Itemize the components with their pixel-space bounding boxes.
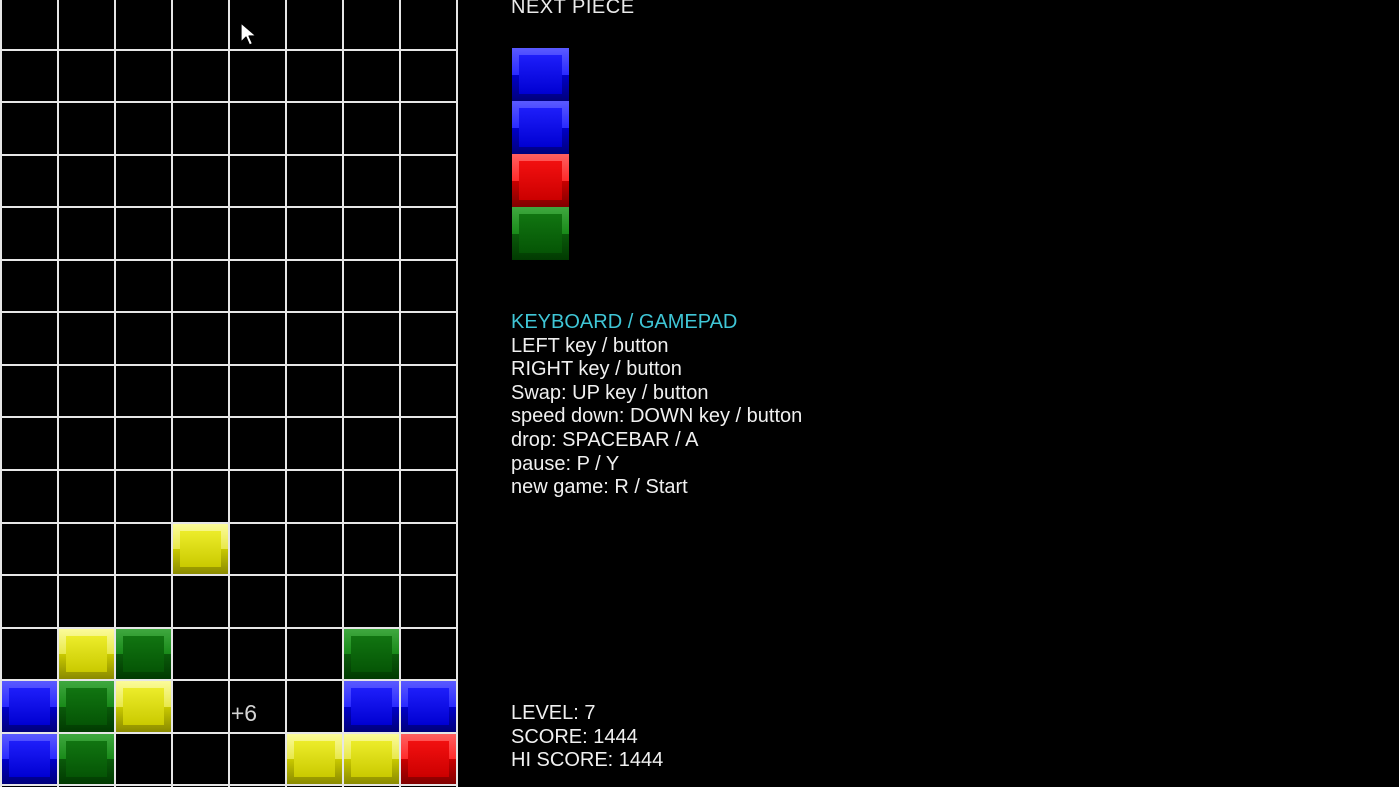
control-line-left: LEFT key / button xyxy=(511,334,669,357)
next-piece-block-blue xyxy=(512,48,569,101)
grid-line-vertical xyxy=(114,0,116,787)
next-piece-label: NEXT PIECE xyxy=(511,0,635,18)
arrow-cursor-icon xyxy=(240,22,257,46)
grid-line-horizontal xyxy=(0,416,458,418)
control-line-drop: drop: SPACEBAR / A xyxy=(511,428,699,451)
grid-line-horizontal xyxy=(0,574,458,576)
next-piece-preview xyxy=(512,48,569,260)
grid-line-horizontal xyxy=(0,259,458,261)
controls-heading: KEYBOARD / GAMEPAD xyxy=(511,311,738,333)
stats-panel: LEVEL: 7 SCORE: 1444 HI SCORE: 1444 xyxy=(511,702,663,773)
grid-line-horizontal xyxy=(0,49,458,51)
hi-score-readout: HI SCORE: 1444 xyxy=(511,749,664,772)
grid-line-vertical xyxy=(399,0,401,787)
level-readout: LEVEL: 7 xyxy=(511,702,596,724)
settled-block-green xyxy=(59,681,114,732)
combo-popup: +6 xyxy=(230,700,258,726)
score-readout: SCORE: 1444 xyxy=(511,725,638,748)
settled-block-yellow xyxy=(59,629,114,679)
settled-block-green xyxy=(59,734,114,784)
settled-block-blue xyxy=(401,681,456,732)
grid-line-vertical xyxy=(0,0,2,787)
control-line-pause: pause: P / Y xyxy=(511,452,620,475)
grid-line-horizontal xyxy=(0,522,458,524)
grid-line-horizontal xyxy=(0,101,458,103)
grid-line-vertical xyxy=(228,0,230,787)
control-line-swap: Swap: UP key / button xyxy=(511,381,709,404)
falling-block-yellow xyxy=(173,524,228,574)
grid-line-horizontal xyxy=(0,469,458,471)
settled-block-blue xyxy=(2,681,57,732)
settled-block-green xyxy=(344,629,399,679)
grid-line-vertical xyxy=(342,0,344,787)
grid-line-vertical xyxy=(171,0,173,787)
grid-line-vertical xyxy=(285,0,287,787)
settled-block-blue xyxy=(344,681,399,732)
grid-line-horizontal xyxy=(0,311,458,313)
grid-line-horizontal xyxy=(0,154,458,156)
settled-block-yellow xyxy=(116,681,171,732)
settled-block-green xyxy=(116,629,171,679)
grid-line-horizontal xyxy=(0,679,458,681)
next-piece-block-red xyxy=(512,154,569,207)
settled-block-yellow xyxy=(287,734,342,784)
settled-block-red xyxy=(401,734,456,784)
grid-line-horizontal xyxy=(0,206,458,208)
control-line-speed-down: speed down: DOWN key / button xyxy=(511,405,803,428)
grid-line-vertical xyxy=(456,0,458,787)
next-piece-block-green xyxy=(512,207,569,260)
control-line-new-game: new game: R / Start xyxy=(511,476,688,499)
grid-line-horizontal xyxy=(0,784,458,786)
grid-line-horizontal xyxy=(0,364,458,366)
control-line-right: RIGHT key / button xyxy=(511,358,682,381)
game-board[interactable] xyxy=(0,0,458,787)
grid-line-horizontal xyxy=(0,732,458,734)
grid-line-horizontal xyxy=(0,627,458,629)
next-piece-block-blue xyxy=(512,101,569,154)
grid-line-vertical xyxy=(57,0,59,787)
settled-block-yellow xyxy=(344,734,399,784)
settled-block-blue xyxy=(2,734,57,784)
controls-help: KEYBOARD / GAMEPAD LEFT key / button RIG… xyxy=(511,311,802,500)
